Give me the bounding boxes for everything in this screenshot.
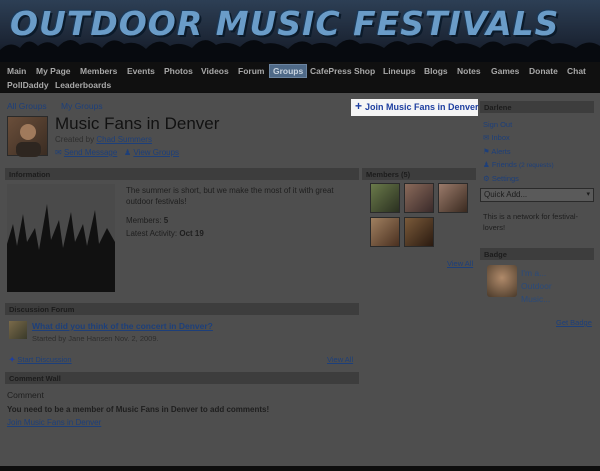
nav-item-forum[interactable]: Forum <box>238 66 264 76</box>
comment-join-link[interactable]: Join Music Fans in Denver <box>7 418 101 427</box>
get-badge-link[interactable]: Get Badge <box>556 318 592 327</box>
comment-wall-header: Comment Wall <box>5 372 359 384</box>
nav-item-videos[interactable]: Videos <box>201 66 229 76</box>
nav-item-members[interactable]: Members <box>80 66 117 76</box>
network-description: This is a network for festival-lovers! <box>483 212 579 232</box>
latest-activity-row: Latest Activity: Oct 19 <box>126 229 204 238</box>
discussion-view-all-link[interactable]: View All <box>327 355 353 364</box>
group-photo <box>7 184 115 292</box>
nav-item-donate[interactable]: Donate <box>529 66 558 76</box>
member-avatar[interactable] <box>404 183 434 213</box>
discussion-author-avatar <box>9 321 27 339</box>
person-icon: ♟ <box>483 160 490 169</box>
comment-label: Comment <box>7 390 44 400</box>
nav-item-my-page[interactable]: My Page <box>36 66 71 76</box>
nav-item-events[interactable]: Events <box>127 66 155 76</box>
nav-item-main[interactable]: Main <box>7 66 26 76</box>
member-avatar[interactable] <box>370 183 400 213</box>
members-view-all-link[interactable]: View All <box>447 259 473 268</box>
created-by: Created by Chad Summers <box>55 135 152 144</box>
flag-icon: ⚑ <box>483 147 490 156</box>
chevron-down-icon: ▾ <box>586 191 590 198</box>
nav-item-cafepress-shop[interactable]: CafePress Shop <box>310 66 375 76</box>
send-message-action[interactable]: ✉ Send Message <box>55 148 117 157</box>
join-group-button[interactable]: + Join Music Fans in Denver <box>351 99 479 116</box>
information-body: The summer is short, but we make the mos… <box>126 185 356 239</box>
group-actions: ✉ Send Message ♟ View Groups <box>55 148 179 157</box>
nav-item-games[interactable]: Games <box>491 66 519 76</box>
nav-item-leaderboards[interactable]: Leaderboards <box>55 80 111 90</box>
group-description: The summer is short, but we make the mos… <box>126 186 334 206</box>
nav-item-polldaddy[interactable]: PollDaddy <box>7 80 49 90</box>
all-groups-link[interactable]: All Groups <box>7 101 47 111</box>
site-title: OUTDOOR MUSIC FESTIVALS <box>10 4 560 43</box>
members-header: Members (5) <box>362 168 476 180</box>
plus-icon: ✦ <box>9 355 16 364</box>
main-nav: Main My Page Members Events Photos Video… <box>0 62 600 92</box>
badge-text: I'm a... Outdoor Music... <box>521 268 552 304</box>
sign-out-link[interactable]: Sign Out <box>483 120 512 129</box>
site-banner: OUTDOOR MUSIC FESTIVALS <box>0 0 600 62</box>
content-area: All Groups My Groups + Join Music Fans in… <box>0 93 600 466</box>
member-avatar[interactable] <box>404 217 434 247</box>
person-photo-icon <box>16 124 41 157</box>
members-count: 5 <box>163 216 169 225</box>
gear-icon: ⚙ <box>483 174 490 183</box>
my-groups-link[interactable]: My Groups <box>61 101 103 111</box>
badge-avatar <box>487 265 517 297</box>
member-badge[interactable]: I'm a... Outdoor Music... <box>483 263 591 311</box>
inbox-item[interactable]: ✉ Inbox <box>483 133 510 142</box>
nav-item-groups[interactable]: Groups <box>269 64 308 78</box>
discussion-topic-link[interactable]: What did you think of the concert in Den… <box>32 321 213 331</box>
friends-item[interactable]: ♟ Friends (2 requests) <box>483 160 554 169</box>
members-count-row: Members: 5 <box>126 216 169 225</box>
creator-link[interactable]: Chad Summers <box>96 135 152 144</box>
group-title: Music Fans in Denver <box>55 114 220 133</box>
plus-icon: + <box>355 99 363 113</box>
information-header: Information <box>5 168 359 180</box>
nav-item-photos[interactable]: Photos <box>164 66 193 76</box>
badge-header: Badge <box>480 248 594 260</box>
view-groups-action[interactable]: ♟ View Groups <box>124 148 179 157</box>
start-discussion-action[interactable]: ✦ Start Discussion <box>9 355 72 364</box>
nav-item-blogs[interactable]: Blogs <box>424 66 448 76</box>
member-avatar[interactable] <box>370 217 400 247</box>
created-by-label: Created by <box>55 135 95 144</box>
nav-item-notes[interactable]: Notes <box>457 66 481 76</box>
view-groups-link[interactable]: View Groups <box>133 148 179 157</box>
nav-item-lineups[interactable]: Lineups <box>383 66 416 76</box>
quick-add-select[interactable]: Quick Add... ▾ <box>480 188 594 202</box>
group-avatar <box>7 116 48 157</box>
comment-notice: You need to be a member of Music Fans in… <box>7 405 270 414</box>
envelope-icon: ✉ <box>483 133 490 142</box>
friend-requests-count[interactable]: (2 requests) <box>519 162 554 169</box>
start-discussion-link[interactable]: Start Discussion <box>17 355 71 364</box>
member-avatar[interactable] <box>438 183 468 213</box>
envelope-icon: ✉ <box>55 148 62 157</box>
join-group-label: Join Music Fans in Denver <box>365 102 479 112</box>
nav-item-chat[interactable]: Chat <box>567 66 586 76</box>
people-icon: ♟ <box>123 148 132 157</box>
discussion-header: Discussion Forum <box>5 303 359 315</box>
send-message-link[interactable]: Send Message <box>64 148 117 157</box>
settings-item[interactable]: ⚙ Settings <box>483 174 519 183</box>
user-header: Darlene <box>480 101 594 113</box>
latest-activity-value: Oct 19 <box>179 229 204 238</box>
concert-crowd-image <box>7 184 115 292</box>
alerts-item[interactable]: ⚑ Alerts <box>483 147 511 156</box>
discussion-topic-meta: Started by Jane Hansen Nov. 2, 2009. <box>32 334 159 343</box>
